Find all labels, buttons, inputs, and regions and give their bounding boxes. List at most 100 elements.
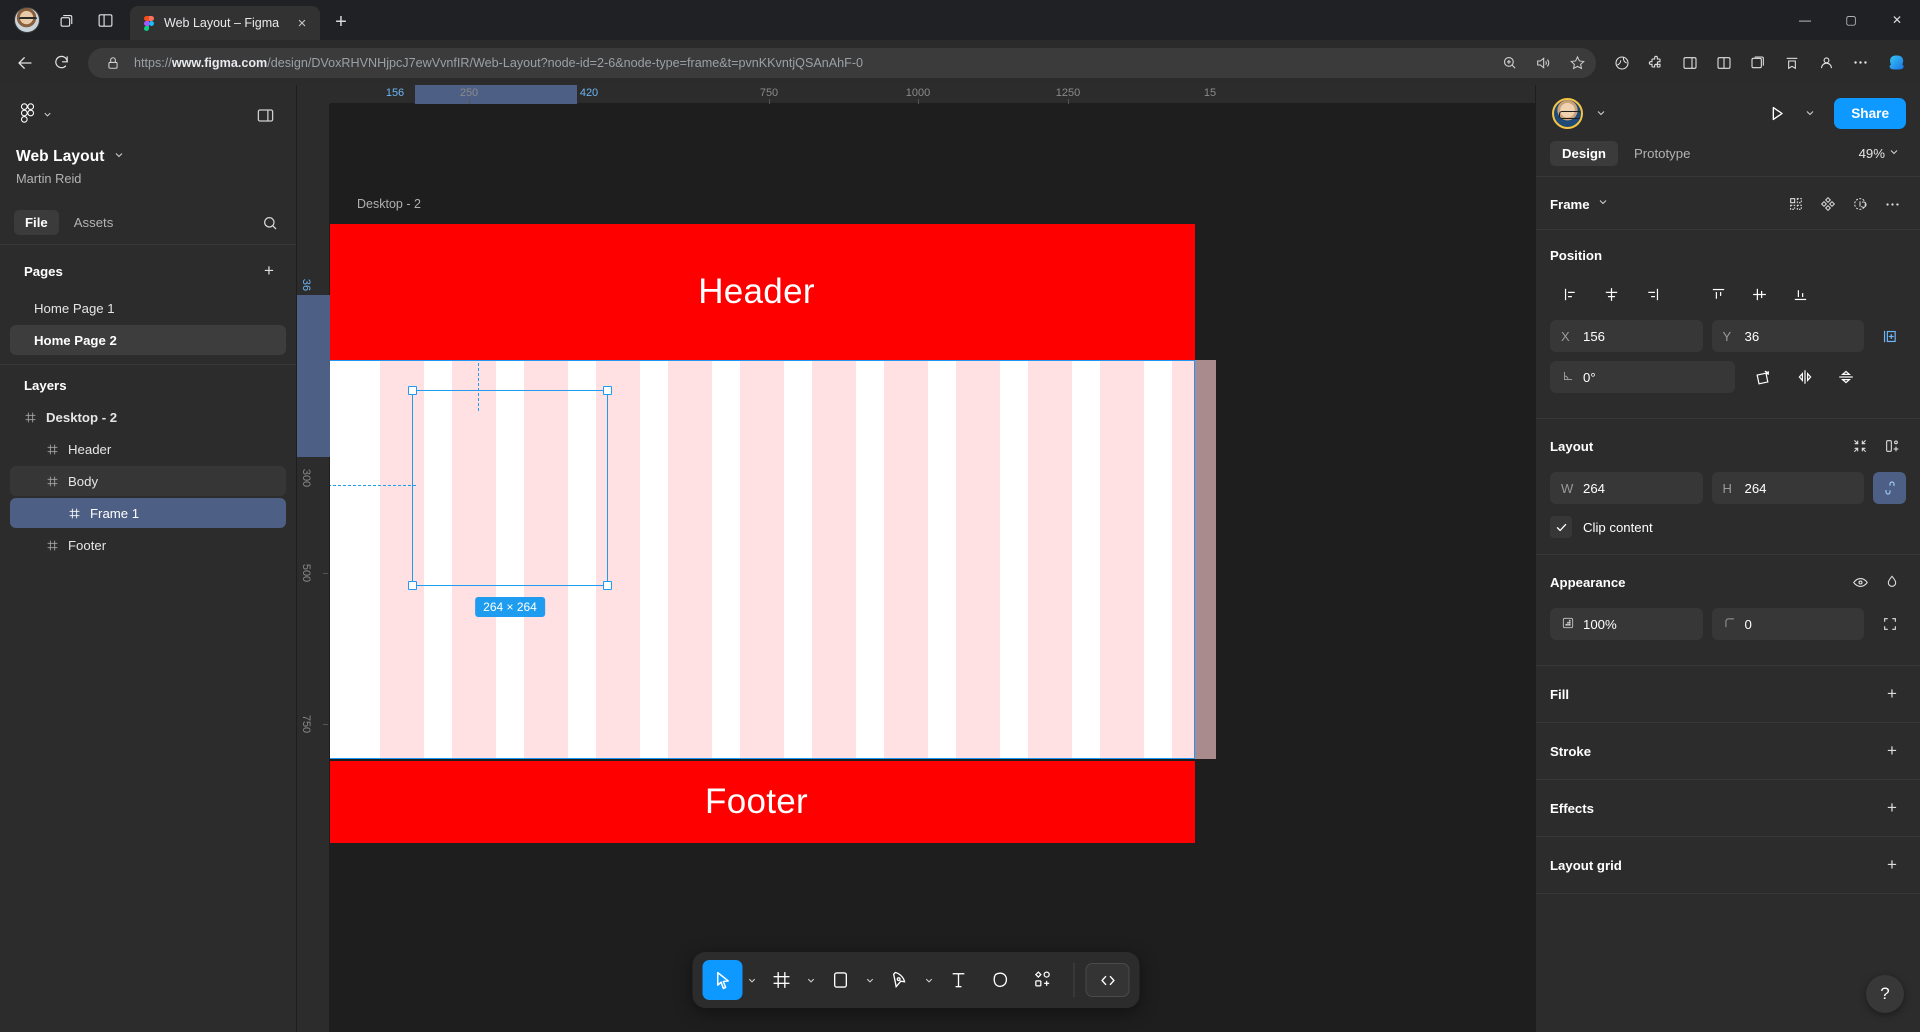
file-name-row[interactable]: Web Layout	[16, 148, 280, 166]
footer-band[interactable]: Footer	[318, 761, 1195, 843]
browser-essentials-icon[interactable]	[1674, 47, 1706, 79]
figma-menu-button[interactable]	[16, 99, 56, 132]
favorite-star-icon[interactable]	[1564, 50, 1590, 76]
window-maximize-button[interactable]: ▢	[1828, 0, 1874, 40]
page-item-home-page-1[interactable]: Home Page 1	[10, 293, 286, 323]
align-left-icon[interactable]	[1550, 279, 1590, 309]
move-tool-chevron-down-icon[interactable]	[745, 960, 760, 1000]
add-page-button[interactable]: +	[256, 258, 282, 284]
move-tool-button[interactable]	[702, 960, 743, 1000]
resize-handle-top-left[interactable]	[408, 386, 417, 395]
split-screen-icon[interactable]	[89, 4, 121, 36]
back-arrow-icon[interactable]	[8, 46, 42, 80]
toggle-ui-button[interactable]	[250, 102, 280, 130]
resize-handle-bottom-right[interactable]	[603, 581, 612, 590]
opacity-field[interactable]: 100%	[1550, 608, 1703, 640]
extensions-icon[interactable]	[1640, 47, 1672, 79]
copilot-icon[interactable]	[1882, 48, 1912, 78]
browser-tab[interactable]: Web Layout – Figma ×	[130, 6, 320, 40]
resize-handle-top-right[interactable]	[603, 386, 612, 395]
align-horizontal-center-icon[interactable]	[1591, 279, 1631, 309]
tab-file[interactable]: File	[14, 210, 59, 235]
resize-handle-bottom-left[interactable]	[408, 581, 417, 590]
horizontal-ruler[interactable]: 0 156 250 420 750 1000 1250 15	[297, 85, 1535, 104]
flip-horizontal-icon[interactable]	[1785, 362, 1825, 392]
shape-tool-button[interactable]	[821, 960, 861, 1000]
page-item-home-page-2[interactable]: Home Page 2	[10, 325, 286, 355]
more-options-icon[interactable]	[1878, 191, 1906, 217]
layer-item-header[interactable]: Header	[10, 434, 286, 464]
add-fill-button[interactable]: +	[1878, 681, 1906, 707]
tab-close-icon[interactable]: ×	[292, 13, 312, 33]
tab-collections-icon[interactable]	[51, 4, 83, 36]
read-aloud-icon[interactable]	[1530, 50, 1556, 76]
comment-tool-button[interactable]	[981, 960, 1021, 1000]
frame-tool-chevron-down-icon[interactable]	[804, 960, 819, 1000]
selection-bounding-box[interactable]	[408, 386, 612, 590]
height-field[interactable]: H 264	[1711, 472, 1864, 504]
windows-profile-avatar[interactable]	[14, 7, 40, 33]
lock-aspect-ratio-icon[interactable]	[1873, 472, 1906, 504]
rotate-icon[interactable]	[1744, 362, 1784, 392]
split-view-icon[interactable]	[1708, 47, 1740, 79]
address-bar[interactable]: https://www.figma.com/design/DVoxRHVNHjp…	[88, 47, 1596, 78]
independent-corners-icon[interactable]	[1873, 608, 1906, 640]
tab-assets[interactable]: Assets	[63, 210, 125, 235]
corner-radius-field[interactable]: 0	[1711, 608, 1864, 640]
pen-tool-chevron-down-icon[interactable]	[922, 960, 937, 1000]
window-minimize-button[interactable]: —	[1782, 0, 1828, 40]
eye-icon[interactable]	[1846, 569, 1874, 595]
share-button[interactable]: Share	[1834, 97, 1906, 129]
zoom-in-icon[interactable]	[1496, 50, 1522, 76]
tab-design[interactable]: Design	[1550, 141, 1618, 166]
pen-tool-button[interactable]	[880, 960, 920, 1000]
resize-to-fit-icon[interactable]	[1846, 433, 1874, 459]
align-vertical-center-icon[interactable]	[1739, 279, 1779, 309]
profile-icon[interactable]	[1810, 47, 1842, 79]
frame-tool-button[interactable]	[762, 960, 802, 1000]
create-component-icon[interactable]	[1782, 191, 1810, 217]
header-band[interactable]: Header	[318, 224, 1195, 360]
layer-item-body[interactable]: Body	[10, 466, 286, 496]
shape-tool-chevron-down-icon[interactable]	[863, 960, 878, 1000]
frame-title-label[interactable]: Desktop - 2	[357, 197, 421, 211]
align-bottom-icon[interactable]	[1780, 279, 1820, 309]
tab-prototype[interactable]: Prototype	[1622, 141, 1702, 166]
node-type-chevron-down-icon[interactable]	[1597, 195, 1609, 213]
design-canvas[interactable]: Desktop - 2 Header Footer 264 × 264 156 …	[297, 85, 1535, 1032]
help-button[interactable]: ?	[1866, 975, 1904, 1013]
window-close-button[interactable]: ✕	[1874, 0, 1920, 40]
user-avatar[interactable]	[1552, 97, 1583, 129]
collaborators-chevron-down-icon[interactable]	[1591, 100, 1611, 126]
add-stroke-button[interactable]: +	[1878, 738, 1906, 764]
reload-icon[interactable]	[44, 46, 78, 80]
styles-icon[interactable]	[1846, 191, 1874, 217]
dev-mode-button[interactable]	[1085, 963, 1130, 997]
clip-content-row[interactable]: Clip content	[1550, 516, 1906, 538]
x-position-field[interactable]: X 156	[1550, 320, 1703, 352]
text-tool-button[interactable]	[939, 960, 979, 1000]
layer-item-footer[interactable]: Footer	[10, 530, 286, 560]
present-options-chevron-down-icon[interactable]	[1800, 100, 1820, 126]
favorites-bar-icon[interactable]	[1776, 47, 1808, 79]
rotation-field[interactable]: 0°	[1550, 361, 1735, 393]
blend-mode-icon[interactable]	[1878, 569, 1906, 595]
new-tab-button[interactable]: +	[326, 7, 356, 37]
width-field[interactable]: W 264	[1550, 472, 1703, 504]
add-effect-button[interactable]: +	[1878, 795, 1906, 821]
vertical-ruler[interactable]: 36 300 500 750	[297, 85, 330, 1032]
add-auto-layout-icon[interactable]	[1878, 433, 1906, 459]
y-position-field[interactable]: Y 36	[1711, 320, 1864, 352]
collections-icon[interactable]	[1742, 47, 1774, 79]
flip-vertical-icon[interactable]	[1826, 362, 1866, 392]
search-icon[interactable]	[256, 209, 284, 237]
more-settings-icon[interactable]	[1844, 47, 1876, 79]
layer-item-desktop-2[interactable]: Desktop - 2	[10, 402, 286, 432]
file-menu-chevron-down-icon[interactable]	[113, 148, 125, 166]
layer-item-frame-1[interactable]: Frame 1	[10, 498, 286, 528]
absolute-position-icon[interactable]	[1873, 320, 1906, 352]
align-right-icon[interactable]	[1632, 279, 1672, 309]
tracking-prevention-icon[interactable]	[1606, 47, 1638, 79]
zoom-level-control[interactable]: 49%	[1853, 142, 1906, 165]
actions-tool-button[interactable]	[1023, 960, 1063, 1000]
